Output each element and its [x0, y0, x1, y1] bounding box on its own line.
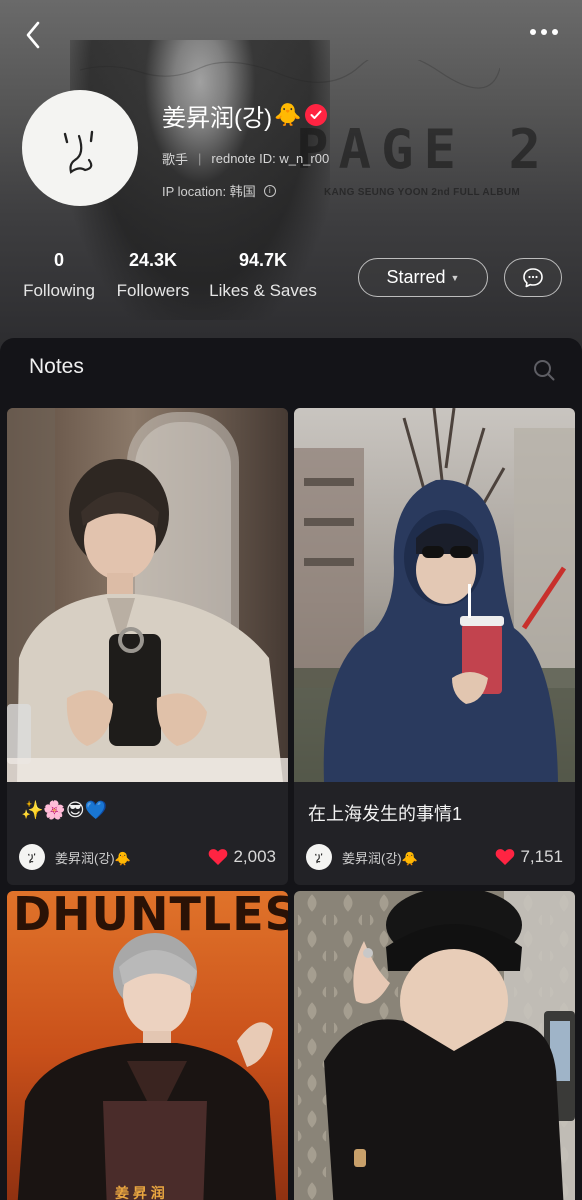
note-cover-image	[294, 408, 575, 782]
note-caption: ✨🌸😎💙	[21, 800, 108, 820]
search-icon	[534, 360, 555, 381]
ip-location: IP location: 韩国	[162, 184, 256, 199]
note-cover-image	[7, 408, 288, 782]
profile-avatar[interactable]	[22, 90, 138, 206]
avatar-face-drawing	[63, 130, 94, 174]
like-button[interactable]: 7,151	[495, 847, 563, 867]
profile-name-emoji: 🐥	[274, 102, 302, 127]
chat-bubble-icon	[523, 267, 543, 287]
occupation-label: 歌手	[162, 152, 189, 167]
stat-value: 0	[53, 250, 64, 270]
like-count: 2,003	[233, 847, 276, 866]
note-card[interactable]: ✨🌸😎💙 姜昇润(강)🐥 2,003	[7, 408, 288, 885]
like-button[interactable]: 2,003	[208, 847, 276, 867]
author-name[interactable]: 姜昇润(강)🐥	[55, 848, 131, 867]
verified-badge-icon	[305, 104, 328, 126]
album-subtitle: KANG SEUNG YOON 2nd FULL ALBUM	[324, 187, 521, 198]
poster-title: DHUNTLESS	[13, 891, 288, 941]
note-cover-image: DHUNTLESS 姜 昇 润	[7, 891, 288, 1200]
stat-likes-saves[interactable]: 94.7K Likes & Saves	[206, 250, 320, 301]
note-footer: 姜昇润(강)🐥 7,151	[306, 844, 563, 870]
profile-stats: 0 Following 24.3K Followers 94.7K Likes …	[0, 250, 340, 310]
info-icon[interactable]: i	[263, 184, 276, 197]
profile-name: 姜昇润(강)	[162, 104, 273, 132]
heart-icon	[496, 849, 515, 865]
ip-location-row[interactable]: IP location: 韩国 i	[162, 181, 276, 200]
starred-button[interactable]: Starred ▼	[358, 258, 488, 297]
stat-followers[interactable]: 24.3K Followers	[108, 250, 198, 301]
profile-header: PAGE 2 KANG SEUNG YOON 2nd FULL ALBUM 姜昇…	[0, 0, 582, 360]
heart-icon	[209, 849, 228, 865]
author-avatar[interactable]	[306, 844, 332, 870]
note-card[interactable]	[294, 891, 575, 1200]
chevron-left-icon	[26, 21, 40, 49]
caret-down-icon: ▼	[450, 272, 460, 283]
stat-label: Followers	[116, 281, 190, 300]
header-decoration	[80, 60, 500, 89]
stat-value: 24.3K	[128, 250, 178, 270]
back-button[interactable]	[18, 18, 48, 52]
poster-name: 姜 昇 润	[115, 1185, 165, 1200]
meta-divider: |	[198, 151, 202, 166]
more-options-button[interactable]	[524, 18, 564, 46]
note-footer: 姜昇润(강)🐥 2,003	[19, 844, 276, 870]
stat-value: 94.7K	[238, 250, 288, 270]
starred-label: Starred	[386, 267, 446, 287]
stat-label: Likes & Saves	[209, 281, 317, 300]
author-avatar[interactable]	[19, 844, 45, 870]
note-caption: 在上海发生的事情1	[308, 804, 463, 824]
notes-panel: Notes ✨🌸😎💙 姜昇润(강)🐥 2,003 在上海发生的事情1 姜昇润(강…	[0, 338, 582, 1200]
profile-meta: 歌手 | rednote ID: w_n_r00	[162, 149, 329, 168]
rednote-id: rednote ID: w_n_r00	[211, 151, 330, 166]
note-card[interactable]: 在上海发生的事情1 姜昇润(강)🐥 7,151	[294, 408, 575, 885]
like-count: 7,151	[520, 847, 563, 866]
notes-header: Notes	[0, 338, 582, 398]
stat-following[interactable]: 0 Following	[14, 250, 104, 301]
more-dots-icon	[530, 29, 558, 35]
author-name[interactable]: 姜昇润(강)🐥	[342, 848, 418, 867]
notes-search-button[interactable]	[532, 358, 556, 382]
note-cover-image	[294, 891, 575, 1200]
message-button[interactable]	[504, 258, 562, 297]
stat-label: Following	[23, 281, 95, 300]
profile-name-row: 姜昇润(강) 🐥	[162, 98, 328, 132]
album-title: PAGE 2	[296, 118, 552, 181]
notes-title: Notes	[29, 355, 84, 378]
note-card[interactable]: DHUNTLESS 姜 昇 润	[7, 891, 288, 1200]
